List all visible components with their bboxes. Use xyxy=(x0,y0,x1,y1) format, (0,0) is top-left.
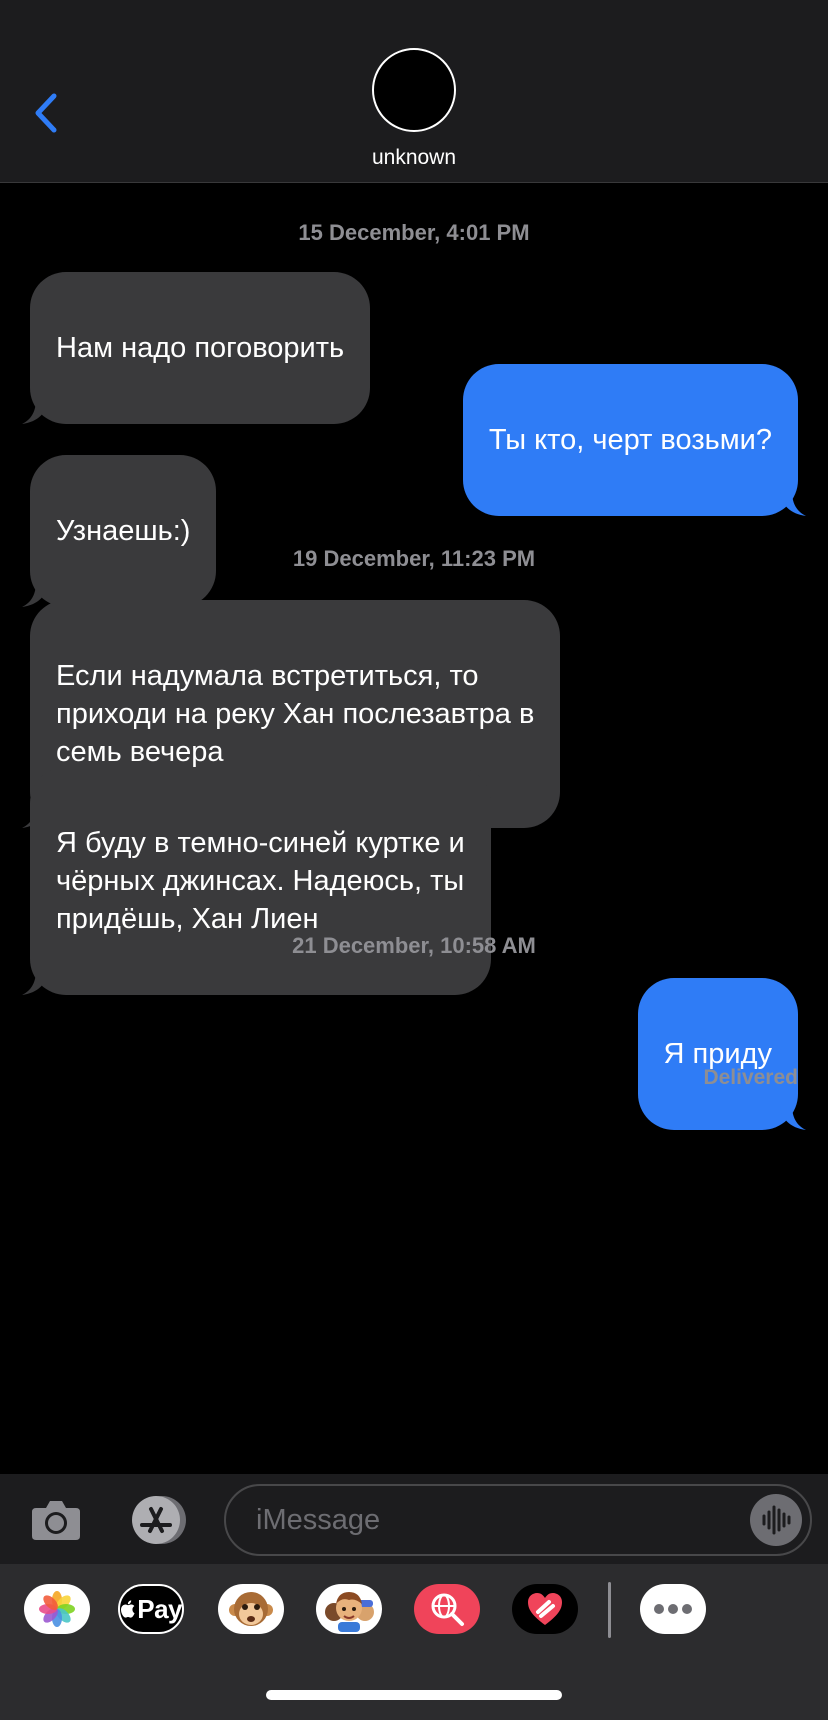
digital-touch-app-icon xyxy=(528,1593,562,1625)
web-search-app-button[interactable] xyxy=(414,1584,480,1634)
bubble-tail xyxy=(22,398,48,424)
apple-pay-label: Pay xyxy=(137,1593,182,1624)
incoming-message-bubble[interactable]: Нам надо поговорить xyxy=(22,272,371,424)
message-field[interactable] xyxy=(224,1484,812,1556)
incoming-message-bubble[interactable]: Я буду в темно-синей куртке и чёрных джи… xyxy=(22,767,491,995)
conversation-header: unknown xyxy=(0,0,828,183)
photos-app-button[interactable] xyxy=(24,1584,90,1634)
animoji-app-icon xyxy=(229,1592,273,1626)
bubble-tail xyxy=(22,969,48,995)
drawer-divider xyxy=(608,1582,611,1638)
photos-app-icon xyxy=(39,1591,75,1627)
bubble-tail xyxy=(780,490,806,516)
incoming-message-bubble[interactable]: Узнаешь:) xyxy=(22,455,217,607)
timestamp: 21 December, 10:58 AM xyxy=(292,933,536,958)
timestamp: 15 December, 4:01 PM xyxy=(298,220,530,245)
message-text: Ты кто, черт возьми? xyxy=(488,424,772,456)
memoji-app-button[interactable] xyxy=(316,1584,382,1634)
animoji-app-button[interactable] xyxy=(218,1584,284,1634)
home-indicator[interactable] xyxy=(266,1690,562,1700)
app-store-icon xyxy=(132,1496,186,1544)
outgoing-message-bubble[interactable]: Ты кто, черт возьми? xyxy=(462,364,806,516)
message-text: Если надумала встретиться, то приходи на… xyxy=(56,660,535,768)
bubble-tail xyxy=(780,1104,806,1130)
camera-button[interactable] xyxy=(30,1496,82,1542)
contact-avatar[interactable] xyxy=(372,48,456,132)
camera-icon xyxy=(32,1501,80,1540)
more-apps-button[interactable] xyxy=(640,1584,706,1634)
app-store-button[interactable] xyxy=(126,1494,190,1546)
memoji-app-icon xyxy=(325,1592,374,1632)
message-text: Нам надо поговорить xyxy=(56,332,345,364)
more-apps-icon xyxy=(654,1604,692,1614)
audio-waveform-icon xyxy=(762,1505,791,1535)
apple-pay-app-button[interactable]: Pay xyxy=(118,1584,184,1634)
web-search-app-icon xyxy=(431,1593,464,1626)
message-input[interactable] xyxy=(256,1500,716,1540)
chevron-left-icon xyxy=(35,93,57,133)
back-button[interactable] xyxy=(30,88,70,138)
input-bar xyxy=(0,1474,828,1564)
audio-message-button[interactable] xyxy=(750,1494,802,1546)
timestamp: 19 December, 11:23 PM xyxy=(292,546,536,571)
digital-touch-app-button[interactable] xyxy=(512,1584,578,1634)
outgoing-message-bubble[interactable]: Я приду xyxy=(637,978,806,1130)
apple-logo-icon xyxy=(120,1600,135,1618)
contact-name[interactable]: unknown xyxy=(0,146,828,170)
message-text: Я буду в темно-синей куртке и чёрных джи… xyxy=(56,827,465,935)
bubble-tail xyxy=(22,581,48,607)
delivery-status: Delivered xyxy=(703,1066,798,1089)
message-text: Узнаешь:) xyxy=(56,515,191,547)
